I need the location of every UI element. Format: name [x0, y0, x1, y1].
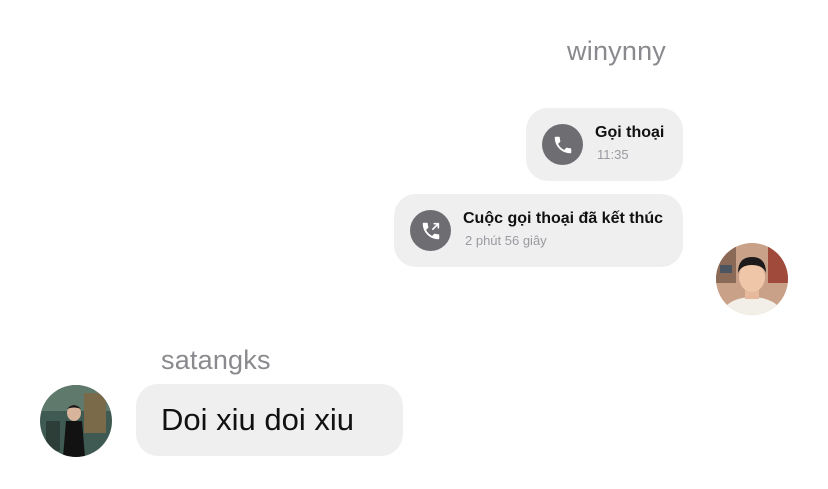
voice-call-bubble[interactable]: Gọi thoại 11:35	[526, 108, 683, 181]
phone-icon	[542, 124, 583, 165]
call-time: 11:35	[597, 147, 629, 162]
phone-outgoing-icon	[410, 210, 451, 251]
avatar-winynny[interactable]	[716, 243, 788, 315]
call-ended-bubble[interactable]: Cuộc gọi thoại đã kết thúc 2 phút 56 giâ…	[394, 194, 683, 267]
call-ended-title: Cuộc gọi thoại đã kết thúc	[463, 210, 664, 227]
message-bubble[interactable]: Doi xiu doi xiu	[136, 384, 403, 456]
sender-name-winynny: winynny	[567, 36, 666, 66]
call-title: Gọi thoại	[595, 124, 665, 141]
call-duration: 2 phút 56 giây	[465, 233, 547, 248]
avatar-satangks[interactable]	[40, 385, 112, 457]
sender-name-satangks: satangks	[161, 345, 271, 375]
message-text: Doi xiu doi xiu	[161, 402, 354, 437]
